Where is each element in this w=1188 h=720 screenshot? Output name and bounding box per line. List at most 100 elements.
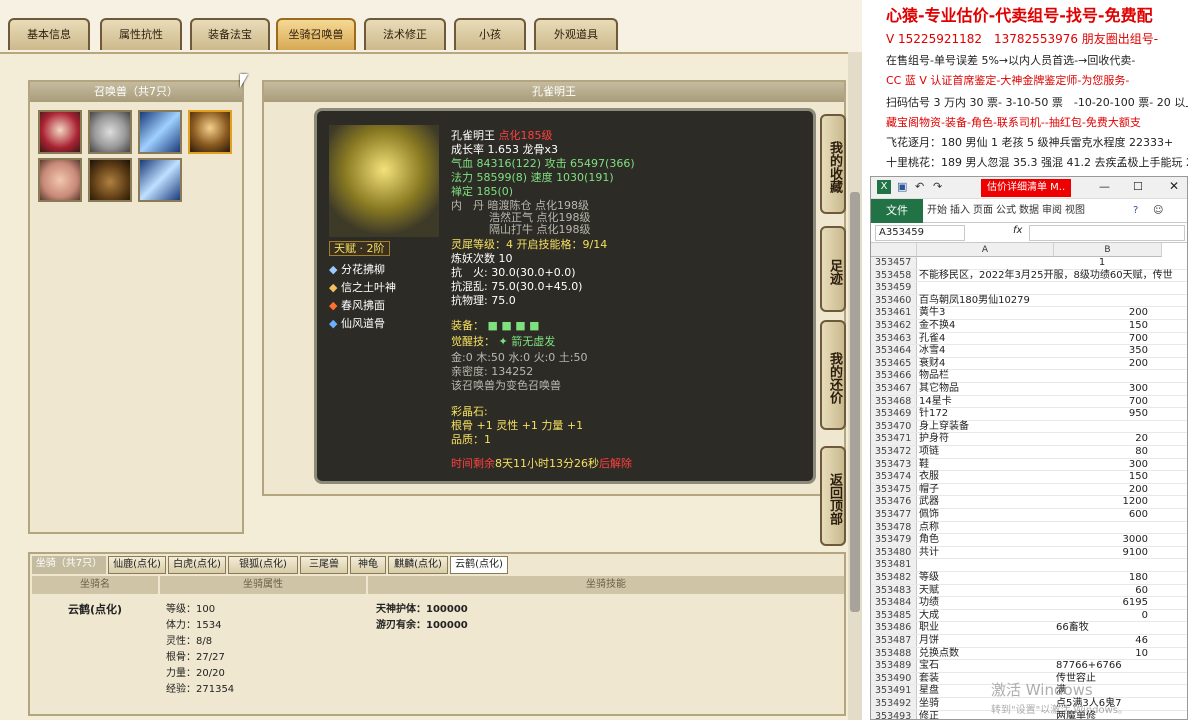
tab-4[interactable]: 坐骑召唤兽	[276, 18, 356, 50]
ribbon-tab-3[interactable]: 页面	[973, 199, 993, 223]
cell-a[interactable]: 身上穿装备	[919, 421, 1054, 434]
sheet-grid[interactable]: A B 353457 1 353458 不能移民区，2022年3月25开服，8级功绩6…	[871, 243, 1187, 719]
row-number[interactable]: 353488	[871, 647, 917, 660]
sheet-row[interactable]: 353478 点称	[871, 521, 1187, 535]
cell-a[interactable]: 14星卡	[919, 396, 1054, 409]
cell-a[interactable]: 帽子	[919, 484, 1054, 497]
row-number[interactable]: 353457	[871, 257, 917, 269]
equip-slot-icons[interactable]: ■ ■ ■ ■	[488, 319, 540, 332]
row-number[interactable]: 353469	[871, 408, 917, 420]
row-number[interactable]: 353480	[871, 546, 917, 559]
cell-a[interactable]: 共计	[919, 547, 1054, 560]
cell-b[interactable]: 150	[1056, 471, 1148, 484]
column-header-a[interactable]: A	[917, 243, 1054, 257]
row-number[interactable]: 353493	[871, 710, 917, 719]
sheet-row[interactable]: 353458 不能移民区，2022年3月25开服，8级功绩60天赋，传世	[871, 269, 1187, 283]
mount-tab-5[interactable]: 神龟	[350, 556, 386, 574]
side-button-2[interactable]: 足迹	[820, 226, 846, 312]
sheet-row[interactable]: 353484 功绩 6195	[871, 597, 1187, 610]
cell-a[interactable]: 武器	[919, 496, 1054, 509]
side-button-4[interactable]: 返回顶部	[820, 446, 846, 546]
cell-a[interactable]: 孔雀4	[919, 333, 1054, 346]
row-number[interactable]: 353466	[871, 370, 917, 382]
pet-thumb-6[interactable]	[88, 158, 132, 202]
row-number[interactable]: 353485	[871, 609, 917, 622]
account-icon[interactable]: ☺	[1153, 199, 1163, 223]
sheet-row[interactable]: 353485 大成 0	[871, 609, 1187, 623]
sheet-row[interactable]: 353465 衰财4 200	[871, 357, 1187, 371]
name-box[interactable]: A353459	[875, 225, 965, 241]
sheet-row[interactable]: 353463 孔雀4 700	[871, 332, 1187, 346]
cell-a[interactable]: 月饼	[919, 635, 1054, 648]
ribbon-tab-6[interactable]: 审阅	[1042, 199, 1062, 223]
cell-b[interactable]: 350	[1056, 345, 1148, 358]
sheet-row[interactable]: 353487 月饼 46	[871, 635, 1187, 648]
row-number[interactable]: 353462	[871, 320, 917, 332]
sheet-row[interactable]: 353466 物品栏	[871, 370, 1187, 383]
row-number[interactable]: 353474	[871, 471, 917, 483]
mount-tab-2[interactable]: 白虎(点化)	[168, 556, 226, 574]
cell-a[interactable]: 不能移民区，2022年3月25开服，8级功绩60天赋，传世	[919, 270, 1173, 283]
sheet-row[interactable]: 353467 其它物品 300	[871, 383, 1187, 396]
cell-b[interactable]: 700	[1056, 396, 1148, 409]
cell-a[interactable]: 护身符	[919, 433, 1054, 446]
sheet-row[interactable]: 353480 共计 9100	[871, 546, 1187, 560]
tab-3[interactable]: 装备法宝	[190, 18, 270, 50]
row-number[interactable]: 353481	[871, 559, 917, 571]
minimize-icon[interactable]: —	[1099, 180, 1110, 193]
cell-a[interactable]: 黄牛3	[919, 307, 1054, 320]
row-number[interactable]: 353470	[871, 420, 917, 433]
cell-a[interactable]: 点称	[919, 522, 1054, 535]
tab-6[interactable]: 小孩	[454, 18, 526, 50]
sheet-row[interactable]: 353460 百鸟朝凤180男仙10279	[871, 294, 1187, 308]
sheet-row[interactable]: 353457 1	[871, 257, 1187, 270]
cell-a[interactable]: 功绩	[919, 597, 1054, 610]
tab-2[interactable]: 属性抗性	[100, 18, 182, 50]
sheet-row[interactable]: 353468 14星卡 700	[871, 395, 1187, 409]
row-number[interactable]: 353482	[871, 572, 917, 584]
ribbon-tab-2[interactable]: 插入	[950, 199, 970, 223]
mount-tab-3[interactable]: 银狐(点化)	[228, 556, 298, 574]
cell-a[interactable]: 项链	[919, 446, 1054, 459]
cell-b[interactable]: 66畜牧	[1056, 622, 1148, 635]
skill-row-4[interactable]: ◆ 仙风道骨	[329, 317, 385, 330]
help-icon[interactable]: ?	[1133, 199, 1138, 223]
row-number[interactable]: 353458	[871, 269, 917, 282]
sheet-row[interactable]: 353462 金不换4 150	[871, 320, 1187, 333]
mount-tab-4[interactable]: 三尾兽	[300, 556, 348, 574]
cell-b[interactable]: 200	[1056, 307, 1148, 320]
tab-1[interactable]: 基本信息	[8, 18, 90, 50]
cell-b[interactable]: 46	[1056, 635, 1148, 648]
row-number[interactable]: 353490	[871, 672, 917, 685]
row-number[interactable]: 353483	[871, 584, 917, 597]
skill-row-1[interactable]: ◆ 分花拂柳	[329, 263, 385, 276]
cell-b[interactable]: 950	[1056, 408, 1148, 421]
ribbon-tab-4[interactable]: 公式	[996, 199, 1016, 223]
pet-thumb-3[interactable]	[138, 110, 182, 154]
cell-b[interactable]: 200	[1056, 484, 1148, 497]
cell-a[interactable]: 物品栏	[919, 370, 1054, 383]
sheet-row[interactable]: 353483 天赋 60	[871, 584, 1187, 598]
cell-a[interactable]: 百鸟朝凤180男仙10279	[919, 295, 1054, 308]
cell-a[interactable]: 角色	[919, 534, 1054, 547]
file-menu[interactable]: 文件	[871, 199, 923, 223]
cell-a[interactable]: 衰财4	[919, 358, 1054, 371]
tab-7[interactable]: 外观道具	[534, 18, 618, 50]
sheet-row[interactable]: 353488 兑换点数 10	[871, 647, 1187, 661]
row-number[interactable]: 353468	[871, 395, 917, 408]
sheet-row[interactable]: 353474 衣服 150	[871, 471, 1187, 484]
cell-a[interactable]: 鞋	[919, 459, 1054, 472]
row-number[interactable]: 353463	[871, 332, 917, 345]
sheet-row[interactable]: 353471 护身符 20	[871, 433, 1187, 446]
sheet-row[interactable]: 353476 武器 1200	[871, 496, 1187, 509]
sheet-row[interactable]: 353486 职业 66畜牧	[871, 622, 1187, 635]
cell-a[interactable]: 兑换点数	[919, 648, 1054, 661]
cell-b[interactable]: 3000	[1056, 534, 1148, 547]
row-number[interactable]: 353461	[871, 307, 917, 319]
undo-icon[interactable]: ↶	[915, 180, 924, 193]
row-number[interactable]: 353472	[871, 446, 917, 458]
sheet-row[interactable]: 353481	[871, 559, 1187, 572]
row-number[interactable]: 353478	[871, 521, 917, 534]
cell-a[interactable]: 佩饰	[919, 509, 1054, 522]
sheet-row[interactable]: 353477 佩饰 600	[871, 509, 1187, 522]
